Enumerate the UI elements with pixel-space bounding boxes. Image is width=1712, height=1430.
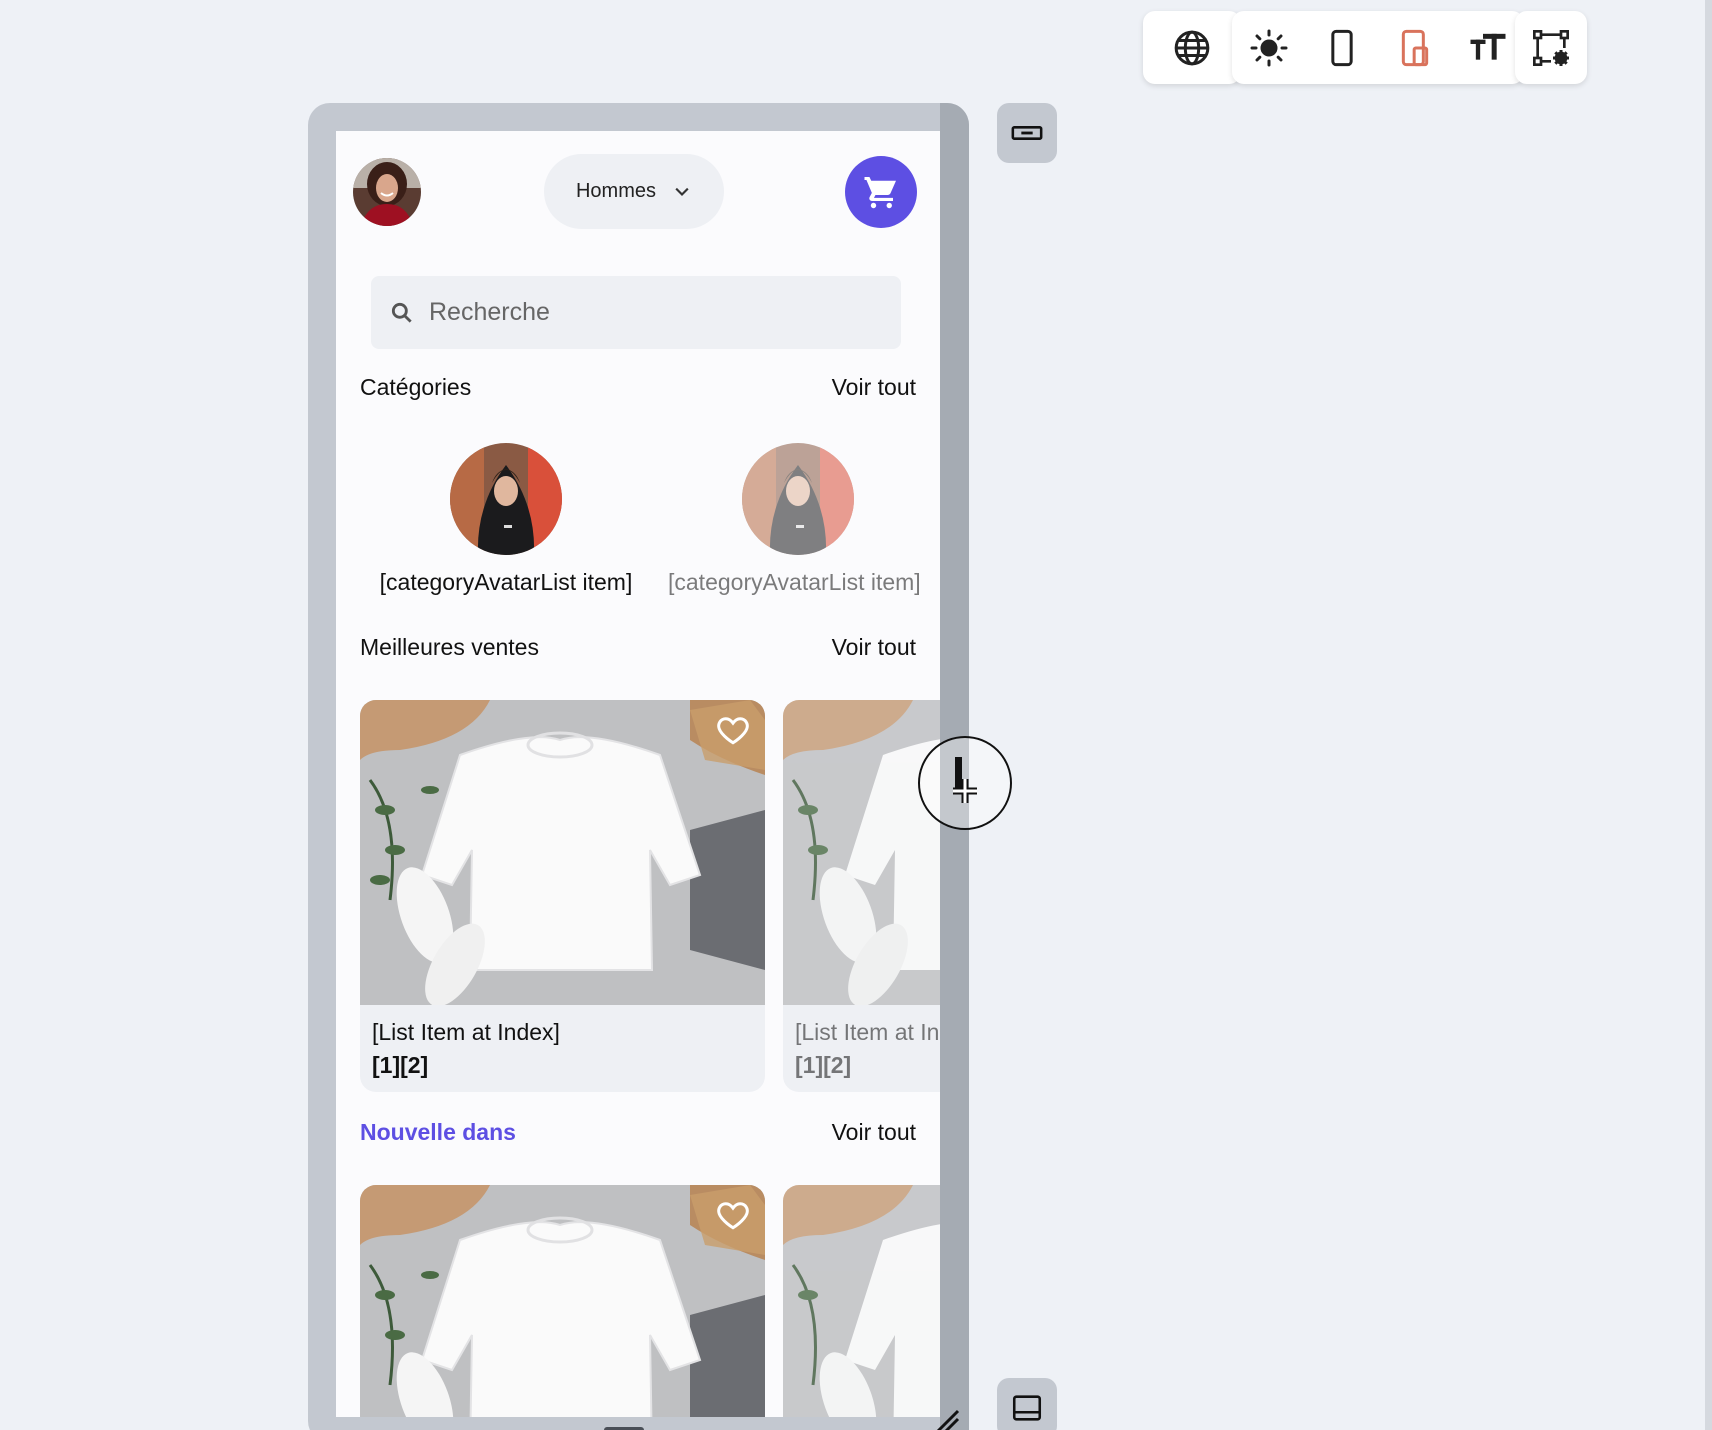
app-screen: Hommes Catégories Voir tout [336, 131, 940, 1417]
tablet-device-button[interactable] [1385, 18, 1445, 78]
cart-icon [864, 177, 896, 209]
rotate-device-button[interactable] [997, 103, 1057, 163]
keyboard-icon [1012, 1395, 1042, 1421]
tablet-icon [1401, 29, 1428, 66]
product-card[interactable] [360, 1185, 765, 1417]
phone-icon [1330, 29, 1353, 66]
category-item[interactable]: [categoryAvatarList item] [666, 443, 930, 596]
product-info: [List Item at Index] [1][2] [783, 1005, 940, 1092]
product-photo [360, 700, 765, 1005]
category-label: [categoryAvatarList item] [668, 569, 921, 595]
gender-select-value: Hommes [575, 180, 656, 202]
new-in-title: Nouvelle dans [360, 1119, 516, 1145]
best-sellers-see-all[interactable]: Voir tout [832, 634, 916, 661]
search-bar[interactable] [371, 276, 901, 349]
resize-cursor-icon [953, 757, 977, 803]
new-in-see-all[interactable]: Voir tout [832, 1119, 916, 1146]
theme-toggle-button[interactable] [1239, 18, 1299, 78]
search-icon [391, 302, 412, 323]
product-photo [783, 1185, 940, 1417]
toolbar-device-group [1232, 11, 1524, 84]
product-price: [1][2] [372, 1052, 429, 1078]
category-avatar [742, 443, 854, 555]
gender-select[interactable]: Hommes [544, 154, 724, 229]
favorite-heart-icon[interactable] [715, 1197, 751, 1233]
chevron-down-icon [675, 187, 689, 196]
page-edge [1705, 0, 1712, 1430]
category-item[interactable]: [categoryAvatarList item] [372, 443, 640, 596]
layout-settings-icon [1533, 29, 1569, 66]
user-avatar[interactable] [353, 158, 421, 226]
landscape-device-icon [1011, 126, 1043, 140]
category-label: [categoryAvatarList item] [379, 569, 633, 595]
product-price: [1][2] [795, 1052, 852, 1078]
drag-cursor-indicator [918, 736, 1012, 830]
category-avatar [450, 443, 562, 555]
language-button[interactable] [1162, 18, 1222, 78]
product-card[interactable]: [List Item at Index] [1][2] [360, 700, 765, 1092]
resize-grip-icon[interactable] [934, 1407, 960, 1430]
user-photo [353, 158, 421, 226]
keyboard-toggle-button[interactable] [997, 1378, 1057, 1430]
product-card[interactable] [783, 1185, 940, 1417]
layout-settings-button[interactable] [1521, 18, 1581, 78]
toolbar-settings-group [1515, 11, 1587, 84]
product-name: [List Item at Index] [372, 1019, 560, 1045]
product-image [360, 700, 765, 1005]
cart-button[interactable] [845, 156, 917, 228]
product-card[interactable]: [List Item at Index] [1][2] [783, 700, 940, 1092]
categories-see-all[interactable]: Voir tout [832, 374, 916, 401]
search-input[interactable] [429, 298, 869, 327]
best-sellers-title: Meilleures ventes [360, 634, 539, 660]
product-image [360, 1185, 765, 1417]
text-size-icon [1470, 33, 1505, 60]
product-name: [List Item at Index] [795, 1019, 940, 1045]
product-info: [List Item at Index] [1][2] [360, 1005, 765, 1092]
product-image [783, 1185, 940, 1417]
categories-title: Catégories [360, 374, 472, 400]
category-photo [742, 443, 854, 555]
globe-icon [1174, 30, 1210, 65]
toolbar-language-group [1143, 11, 1241, 84]
text-size-button[interactable] [1458, 18, 1518, 78]
product-photo [360, 1185, 765, 1417]
category-photo [450, 443, 562, 555]
product-image [783, 700, 940, 1005]
phone-device-button[interactable] [1312, 18, 1372, 78]
product-photo [783, 700, 940, 1005]
favorite-heart-icon[interactable] [715, 712, 751, 748]
sun-icon [1250, 29, 1287, 66]
